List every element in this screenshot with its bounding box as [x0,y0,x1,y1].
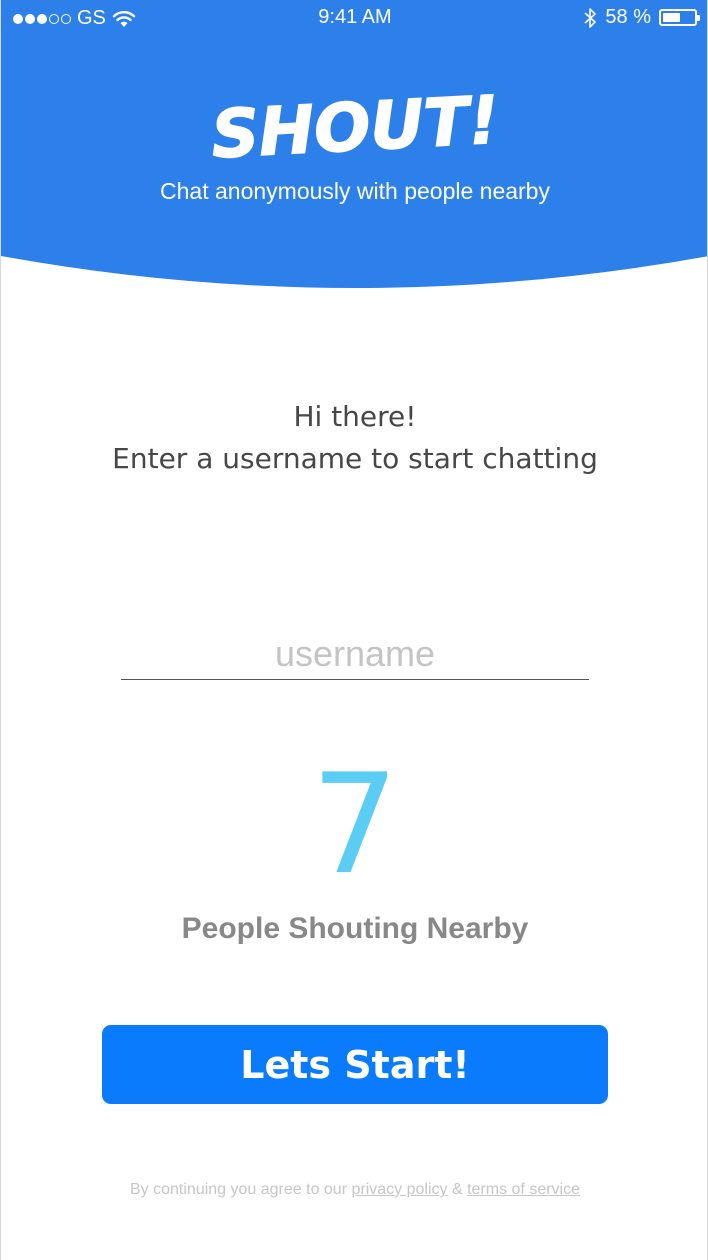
battery-icon [659,9,700,26]
battery-percent: 58 % [605,6,651,28]
terms-of-service-link[interactable]: terms of service [467,1181,580,1198]
app-screen: GS 9:41 AM 58 % SHOUT! Chat anonymously … [0,0,708,1260]
status-right: 58 % [583,6,700,29]
privacy-policy-link[interactable]: privacy policy [351,1181,447,1198]
battery-tip [697,15,700,21]
greeting: Hi there! Enter a username to start chat… [1,396,707,480]
people-count: 7 [311,744,399,905]
shout-logo: SHOUT! [209,81,502,170]
bluetooth-icon [584,7,597,28]
status-bar: GS 9:41 AM 58 % [1,0,707,36]
svg-text:SHOUT!: SHOUT! [210,82,501,170]
tagline: Chat anonymously with people nearby [160,178,550,204]
footer-separator: & [447,1181,468,1198]
lets-start-button[interactable]: Lets Start! [102,1025,608,1104]
battery-fill [663,13,681,22]
username-input[interactable] [121,628,589,680]
footer-prefix: By continuing you agree to our [130,1181,352,1198]
greeting-instruction: Enter a username to start chatting [112,442,598,475]
people-count-label: People Shouting Nearby [181,912,529,945]
legal-footer: By continuing you agree to our privacy p… [1,1181,707,1199]
greeting-title: Hi there! [293,400,417,433]
